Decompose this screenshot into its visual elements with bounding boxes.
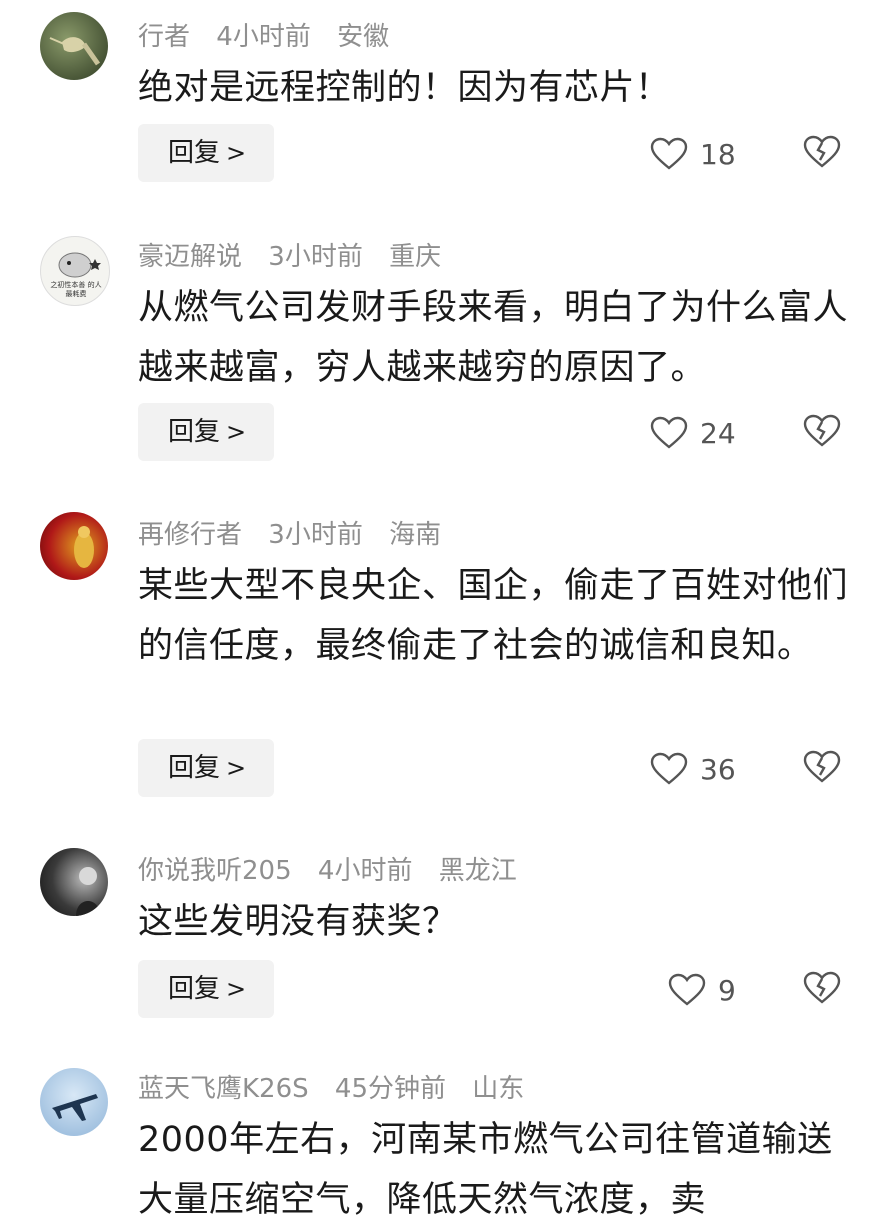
- timestamp: 45分钟前: [334, 1074, 446, 1104]
- dislike-button[interactable]: [802, 970, 842, 1010]
- broken-heart-icon: [803, 971, 841, 1004]
- timestamp: 3小时前: [268, 520, 363, 550]
- reply-button[interactable]: 回复 >: [138, 403, 274, 461]
- reply-label: 回复: [168, 974, 221, 1004]
- comment-text: 这些发明没有获奖？: [138, 902, 458, 942]
- timestamp: 4小时前: [317, 856, 413, 886]
- chevron-right-icon: >: [226, 754, 247, 782]
- reply-label: 回复: [168, 753, 221, 783]
- location: 重庆: [389, 242, 442, 272]
- chevron-right-icon: >: [226, 418, 247, 446]
- dislike-button[interactable]: [802, 749, 842, 789]
- dislike-button[interactable]: [802, 413, 842, 453]
- timestamp: 4小时前: [216, 22, 311, 52]
- heart-icon: [650, 752, 688, 785]
- timestamp: 3小时前: [268, 242, 363, 272]
- airplane-avatar-icon: [52, 1094, 98, 1121]
- portrait-avatar-icon: [76, 867, 100, 916]
- comment-text: 2000年左右，河南某市燃气公司往管道输送大量压缩空气，降低天然气浓度，卖: [138, 1120, 833, 1220]
- location: 山东: [472, 1074, 525, 1104]
- avatar-caption: 之初性本善 的人最耗费: [50, 281, 102, 298]
- location: 黑龙江: [438, 856, 517, 886]
- username[interactable]: 蓝天飞鹰K26S: [138, 1074, 309, 1104]
- like-count: 24: [700, 416, 736, 450]
- broken-heart-icon: [803, 750, 841, 783]
- avatar[interactable]: [40, 12, 108, 80]
- like-button[interactable]: 9: [668, 970, 736, 1010]
- comment-meta: 你说我听205 4小时前 黑龙江: [138, 850, 535, 887]
- reply-label: 回复: [168, 417, 221, 447]
- reply-button[interactable]: 回复 >: [138, 739, 274, 797]
- avatar[interactable]: [40, 848, 108, 916]
- like-button[interactable]: 36: [650, 749, 736, 789]
- chevron-right-icon: >: [226, 139, 247, 167]
- hummingbird-avatar-icon: [49, 37, 101, 66]
- location: 安徽: [337, 22, 390, 52]
- avatar[interactable]: 之初性本善 的人最耗费: [40, 236, 110, 306]
- heart-icon: [650, 137, 688, 170]
- broken-heart-icon: [803, 414, 841, 447]
- like-count: 36: [700, 752, 736, 786]
- chevron-right-icon: >: [226, 975, 247, 1003]
- avatar[interactable]: [40, 512, 108, 580]
- heart-icon: [650, 416, 688, 449]
- location: 海南: [389, 520, 442, 550]
- comment-meta: 蓝天飞鹰K26S 45分钟前 山东: [138, 1068, 542, 1105]
- reply-label: 回复: [168, 138, 221, 168]
- like-button[interactable]: 24: [650, 413, 736, 453]
- reply-button[interactable]: 回复 >: [138, 124, 274, 182]
- comment-meta: 再修行者 3小时前 海南: [138, 514, 459, 551]
- dislike-button[interactable]: [802, 134, 842, 174]
- avatar[interactable]: [40, 1068, 108, 1136]
- comment-meta: 豪迈解说 3小时前 重庆: [138, 236, 459, 273]
- like-button[interactable]: 18: [650, 134, 736, 174]
- buddha-avatar-icon: [74, 526, 94, 568]
- like-count: 9: [718, 973, 736, 1007]
- username[interactable]: 行者: [138, 22, 190, 52]
- heart-icon: [668, 973, 706, 1006]
- comment-text: 某些大型不良央企、国企，偷走了百姓对他们的信任度，最终偷走了社会的诚信和良知。: [138, 566, 849, 666]
- broken-heart-icon: [803, 135, 841, 168]
- comment-text: 绝对是远程控制的！因为有芯片！: [138, 68, 671, 108]
- username[interactable]: 豪迈解说: [138, 242, 242, 272]
- like-count: 18: [700, 137, 736, 171]
- comment-text: 从燃气公司发财手段来看，明白了为什么富人越来越富，穷人越来越穷的原因了。: [138, 288, 849, 388]
- username[interactable]: 你说我听205: [138, 856, 292, 886]
- comment-meta: 行者 4小时前 安徽: [138, 16, 407, 53]
- reply-button[interactable]: 回复 >: [138, 960, 274, 1018]
- username[interactable]: 再修行者: [138, 520, 242, 550]
